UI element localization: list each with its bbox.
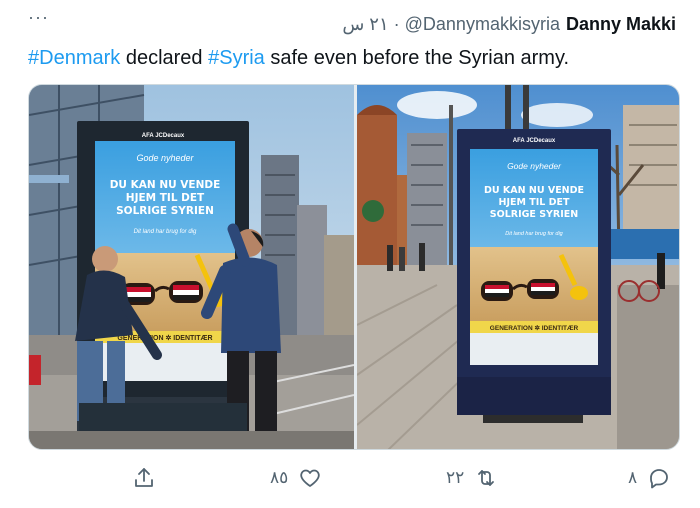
poster-subline-left: Dit land har brug for dig	[134, 229, 197, 235]
like-button[interactable]: ٨٥	[270, 466, 322, 490]
retweet-count: ٢٢	[446, 468, 465, 487]
author-name[interactable]: Danny Makki	[566, 14, 676, 35]
poster-kicker-left: Gode nyheder	[136, 153, 194, 163]
poster-subline-right: Dit land har brug for dig	[505, 231, 563, 237]
hashtag-syria[interactable]: #Syria	[208, 47, 265, 69]
poster-headline-3-left: SOLRIGE SYRIEN	[116, 205, 214, 217]
tweet-text: #Denmark declared #Syria safe even befor…	[28, 46, 569, 70]
photo-left[interactable]: AFA JCDecaux Gode nyheder DU KAN NU VEND…	[29, 85, 354, 449]
tweet-media: AFA JCDecaux Gode nyheder DU KAN NU VEND…	[28, 84, 680, 450]
poster-headline-2-left: HJEM TIL DET	[126, 192, 205, 204]
photo-right[interactable]: AFA JCDecaux Gode nyheder DU KAN NU VEND…	[357, 85, 679, 449]
tweet-actions: ٨٥ ٢٢ ٨	[0, 462, 700, 498]
share-icon	[135, 468, 153, 487]
poster-headline-1-left: DU KAN NU VENDE	[110, 179, 221, 191]
poster-footer-left: GENERATION ✲ IDENTITÆR	[117, 334, 212, 342]
photo-left-image: AFA JCDecaux Gode nyheder DU KAN NU VEND…	[29, 85, 354, 449]
tweet-header: ٢١ س · @Dannymakkisyria Danny Makki	[342, 14, 676, 35]
heart-icon	[300, 469, 320, 487]
poster-headline-1-right: DU KAN NU VENDE	[484, 185, 584, 196]
reply-count: ٨	[628, 468, 638, 487]
poster-headline-2-right: HJEM TIL DET	[499, 197, 570, 208]
tweet-text-part-1: declared	[120, 47, 209, 69]
poster-brand-left: AFA JCDecaux	[142, 133, 185, 139]
retweet-icon	[478, 470, 495, 486]
header-separator: ·	[393, 14, 400, 34]
photo-right-image: AFA JCDecaux Gode nyheder DU KAN NU VEND…	[357, 85, 679, 449]
poster-footer-right: GENERATION ✲ IDENTITÆR	[490, 324, 579, 332]
share-button[interactable]	[132, 466, 156, 490]
retweet-button[interactable]: ٢٢	[446, 466, 498, 490]
hashtag-denmark[interactable]: #Denmark	[28, 47, 120, 69]
author-handle[interactable]: @Dannymakkisyria	[405, 14, 560, 35]
more-options-icon[interactable]: ···	[28, 8, 49, 26]
like-count: ٨٥	[270, 468, 289, 487]
poster-brand-right: AFA JCDecaux	[513, 138, 556, 144]
timestamp[interactable]: ٢١ س	[342, 14, 388, 35]
reply-button[interactable]: ٨	[628, 466, 671, 490]
poster-kicker-right: Gode nyheder	[507, 161, 562, 171]
tweet-card: ··· ٢١ س · @Dannymakkisyria Danny Makki …	[0, 0, 700, 508]
poster-headline-3-right: SOLRIGE SYRIEN	[490, 209, 578, 220]
tweet-text-part-2: safe even before the Syrian army.	[264, 47, 570, 69]
reply-icon	[650, 469, 669, 489]
